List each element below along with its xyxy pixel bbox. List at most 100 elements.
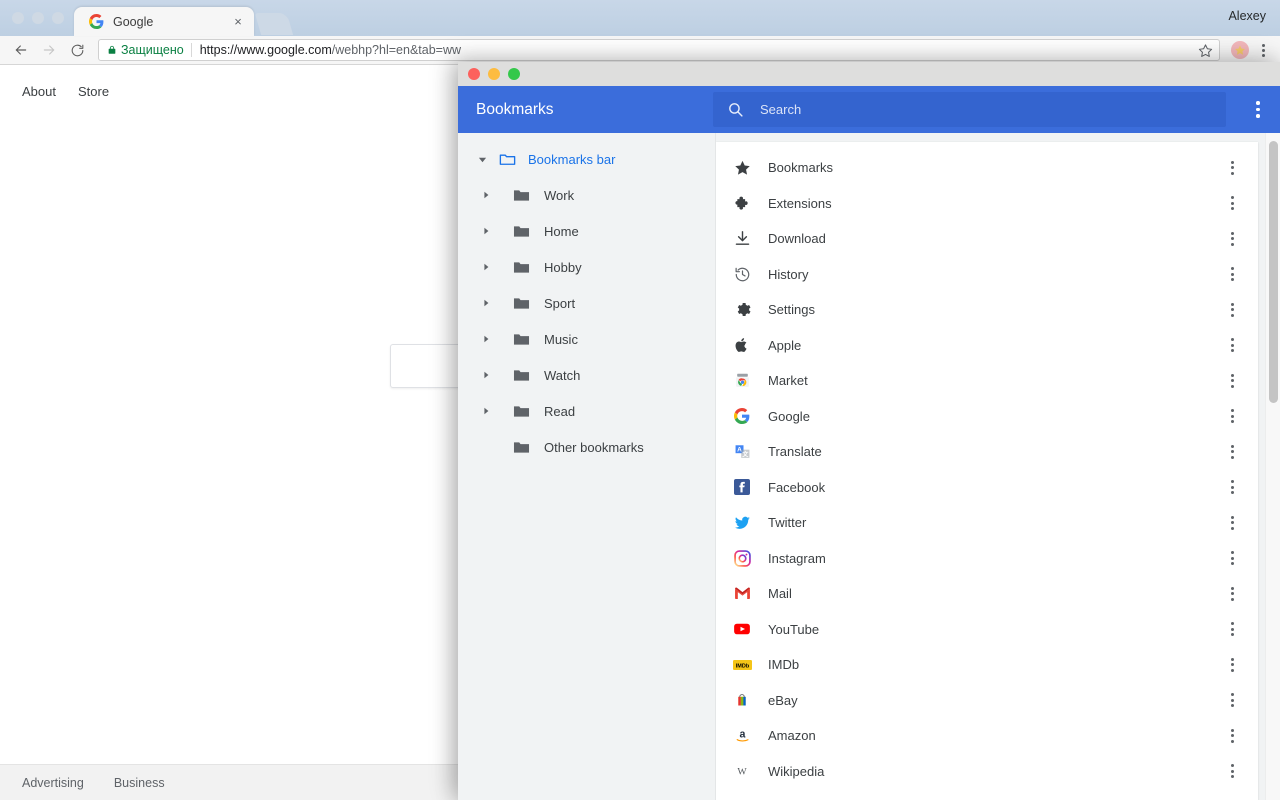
sidebar-item-music[interactable]: Music	[458, 321, 715, 357]
sidebar-item-other-bookmarks[interactable]: Other bookmarks	[458, 429, 715, 465]
list-item[interactable]: YouTube	[716, 612, 1258, 648]
zoom-window-button[interactable]	[508, 68, 520, 80]
chevron-right-icon[interactable]	[476, 191, 496, 199]
list-item[interactable]: Facebook	[716, 470, 1258, 506]
sidebar-item-bookmarks-bar[interactable]: Bookmarks bar	[458, 141, 715, 177]
list-item-menu-icon[interactable]	[1214, 551, 1250, 565]
list-item[interactable]: Google	[716, 399, 1258, 435]
list-item[interactable]: Market	[716, 363, 1258, 399]
list-item-menu-icon[interactable]	[1214, 338, 1250, 352]
imdb-icon: IMDb	[716, 658, 768, 672]
list-item-menu-icon[interactable]	[1214, 303, 1250, 317]
folder-icon	[506, 438, 536, 457]
list-item[interactable]: A文Translate	[716, 434, 1258, 470]
list-item[interactable]: Extensions	[716, 186, 1258, 222]
browser-menu-icon[interactable]	[1254, 39, 1272, 61]
list-item-menu-icon[interactable]	[1214, 729, 1250, 743]
list-item-menu-icon[interactable]	[1214, 374, 1250, 388]
folder-icon	[506, 366, 536, 385]
minimize-window-button[interactable]	[488, 68, 500, 80]
bookmarks-menu-icon[interactable]	[1240, 101, 1276, 118]
profile-name-label[interactable]: Alexey	[1228, 9, 1266, 23]
list-item-menu-icon[interactable]	[1214, 516, 1250, 530]
list-item-label: Wikipedia	[768, 764, 1214, 779]
svg-text:文: 文	[741, 451, 749, 459]
star-extension-icon[interactable]	[1231, 41, 1249, 59]
sidebar-item-watch[interactable]: Watch	[458, 357, 715, 393]
bookmark-star-icon[interactable]	[1198, 43, 1213, 58]
close-icon[interactable]: ×	[230, 14, 246, 30]
bookmarks-header: Bookmarks Search	[458, 86, 1280, 133]
chevron-right-icon[interactable]	[476, 263, 496, 271]
google-footer-advertising[interactable]: Advertising	[22, 776, 84, 790]
bookmarks-body: Bookmarks bar Work HomeHobby Sport MusicWat…	[458, 133, 1280, 800]
minimize-window-button[interactable]	[32, 12, 44, 24]
sidebar-item-home[interactable]: Home	[458, 213, 715, 249]
google-top-nav: About Store	[22, 84, 109, 99]
google-footer-business[interactable]: Business	[114, 776, 165, 790]
search-input[interactable]: Search	[713, 92, 1226, 127]
sidebar-item-label: Sport	[544, 296, 575, 311]
list-item[interactable]: Instagram	[716, 541, 1258, 577]
google-nav-about[interactable]: About	[22, 84, 56, 99]
chevron-right-icon[interactable]	[476, 335, 496, 343]
chevron-right-icon[interactable]	[476, 227, 496, 235]
list-item-menu-icon[interactable]	[1214, 161, 1250, 175]
list-item[interactable]: Bookmarks	[716, 150, 1258, 186]
list-item[interactable]: Download	[716, 221, 1258, 257]
list-item[interactable]: Settings	[716, 292, 1258, 328]
close-window-button[interactable]	[468, 68, 480, 80]
reload-icon[interactable]	[64, 38, 90, 62]
chevron-right-icon[interactable]	[476, 407, 496, 415]
forward-arrow-icon[interactable]	[36, 38, 62, 62]
vertical-scrollbar[interactable]	[1265, 133, 1280, 800]
chevron-right-icon[interactable]	[476, 299, 496, 307]
list-item[interactable]: IMDbIMDb	[716, 647, 1258, 683]
sidebar-item-work[interactable]: Work	[458, 177, 715, 213]
list-item[interactable]: History	[716, 257, 1258, 293]
list-item-menu-icon[interactable]	[1214, 658, 1250, 672]
list-item[interactable]: Twitter	[716, 505, 1258, 541]
list-item-menu-icon[interactable]	[1214, 764, 1250, 778]
list-item[interactable]: aAmazon	[716, 718, 1258, 754]
puzzle-icon	[716, 195, 768, 212]
scrollbar-thumb[interactable]	[1269, 141, 1278, 403]
address-bar[interactable]: Защищено https://www.google.com/webhp?hl…	[98, 39, 1220, 61]
list-item[interactable]: Mail	[716, 576, 1258, 612]
google-nav-store[interactable]: Store	[78, 84, 109, 99]
list-item-menu-icon[interactable]	[1214, 587, 1250, 601]
list-item-menu-icon[interactable]	[1214, 196, 1250, 210]
browser-traffic-lights[interactable]	[8, 0, 74, 36]
list-item-menu-icon[interactable]	[1214, 232, 1250, 246]
bookmarks-window-titlebar[interactable]	[458, 62, 1280, 86]
sidebar-item-read[interactable]: Read	[458, 393, 715, 429]
sidebar-item-hobby[interactable]: Hobby	[458, 249, 715, 285]
sidebar-item-label: Work	[544, 188, 574, 203]
list-item[interactable]: WWikipedia	[716, 754, 1258, 790]
back-arrow-icon[interactable]	[8, 38, 34, 62]
list-item-menu-icon[interactable]	[1214, 693, 1250, 707]
list-item-menu-icon[interactable]	[1214, 622, 1250, 636]
list-item-menu-icon[interactable]	[1214, 409, 1250, 423]
chevron-down-icon[interactable]	[472, 155, 492, 164]
list-item-menu-icon[interactable]	[1214, 445, 1250, 459]
zoom-window-button[interactable]	[52, 12, 64, 24]
list-item-label: Translate	[768, 444, 1214, 459]
google-g-icon	[716, 408, 768, 424]
list-item[interactable]: Apple	[716, 328, 1258, 364]
list-item-menu-icon[interactable]	[1214, 480, 1250, 494]
url-path: /webhp?hl=en&tab=ww	[332, 43, 461, 57]
google-g-icon	[88, 14, 104, 30]
list-item-menu-icon[interactable]	[1214, 267, 1250, 281]
list-item-label: Facebook	[768, 480, 1214, 495]
chevron-right-icon[interactable]	[476, 371, 496, 379]
download-icon	[716, 230, 768, 247]
list-item[interactable]: eBay	[716, 683, 1258, 719]
sidebar-item-sport[interactable]: Sport	[458, 285, 715, 321]
new-tab-button[interactable]	[255, 13, 293, 35]
security-status-label: Защищено	[121, 43, 184, 57]
close-window-button[interactable]	[12, 12, 24, 24]
amazon-icon: a	[716, 727, 768, 744]
star-icon	[716, 159, 768, 176]
browser-tab-google[interactable]: Google ×	[74, 7, 254, 36]
